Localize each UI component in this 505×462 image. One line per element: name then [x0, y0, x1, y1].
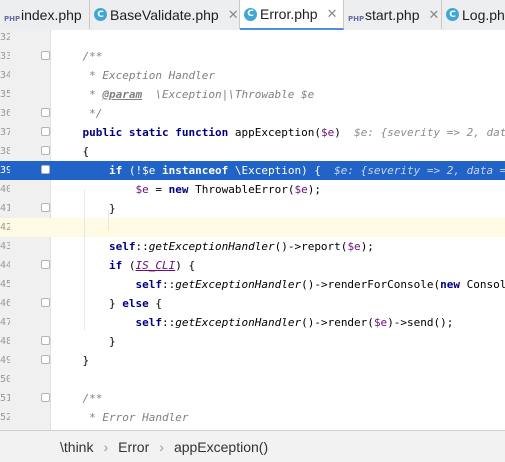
- code-text: self::getExceptionHandler()->renderForCo…: [135, 278, 505, 291]
- line-number: 44: [0, 260, 10, 271]
- fold-marker-icon[interactable]: [41, 108, 50, 117]
- fold-marker-icon[interactable]: [41, 336, 50, 345]
- fold-marker-icon[interactable]: [41, 298, 50, 307]
- line-number: 32: [0, 32, 10, 43]
- tab-index-php[interactable]: PHP index.php: [0, 0, 90, 29]
- tab-error-php[interactable]: C Error.php ✕: [240, 0, 344, 30]
- code-text: if (IS_CLI) {: [108, 259, 196, 272]
- code-line[interactable]: 39 if (!$e instanceof \Exception) { $e: …: [0, 161, 505, 180]
- code-line[interactable]: 33 /**: [0, 47, 505, 66]
- breadcrumb-item-method[interactable]: appException(): [174, 439, 268, 455]
- code-text: /**: [56, 392, 103, 405]
- code-line[interactable]: 42: [0, 218, 505, 237]
- fold-marker-icon[interactable]: [41, 260, 50, 269]
- code-text: self::getExceptionHandler()->render($e)-…: [135, 316, 454, 329]
- tab-label: start.php: [365, 6, 420, 23]
- code-line[interactable]: 38 {: [0, 142, 505, 161]
- line-number: 43: [0, 241, 10, 252]
- tab-label: Error.php: [260, 6, 318, 22]
- indent-guide: [108, 210, 109, 230]
- code-line[interactable]: 46 } else {: [0, 294, 505, 313]
- line-number: 33: [0, 51, 10, 62]
- breadcrumb-separator: ›: [103, 438, 109, 455]
- line-number: 49: [0, 355, 10, 366]
- code-text: }: [56, 202, 116, 215]
- line-number: 42: [0, 222, 10, 233]
- code-line[interactable]: 48 }: [0, 332, 505, 351]
- breadcrumb-item-class[interactable]: Error: [118, 439, 149, 455]
- code-text: * Exception Handler: [56, 69, 215, 82]
- code-line[interactable]: 51 /**: [0, 389, 505, 408]
- close-icon[interactable]: ✕: [327, 6, 338, 22]
- fold-marker-icon[interactable]: [41, 127, 50, 136]
- line-number: 50: [0, 374, 10, 385]
- close-icon[interactable]: ✕: [228, 7, 239, 23]
- line-number: 45: [0, 279, 10, 290]
- tab-label: BaseValidate.php: [110, 6, 219, 23]
- fold-marker-icon[interactable]: [41, 355, 50, 364]
- line-number: 37: [0, 127, 10, 138]
- code-line[interactable]: 45 self::getExceptionHandler()->renderFo…: [0, 275, 505, 294]
- fold-marker-icon[interactable]: [41, 393, 50, 402]
- code-line[interactable]: 34 * Exception Handler: [0, 66, 505, 85]
- code-text: */: [56, 107, 103, 120]
- close-icon[interactable]: ✕: [428, 7, 439, 23]
- fold-marker-icon[interactable]: [41, 165, 50, 174]
- class-file-icon: C: [94, 8, 107, 21]
- code-line[interactable]: 47 self::getExceptionHandler()->render($…: [0, 313, 505, 332]
- line-number: 51: [0, 393, 10, 404]
- code-editor[interactable]: 32 33 /** 34 * Exception Handler 35 * @para…: [0, 30, 505, 430]
- code-text: * Error Handler: [56, 411, 189, 424]
- code-line[interactable]: 52 * Error Handler: [0, 408, 505, 427]
- code-text: }: [56, 354, 90, 367]
- line-number: 38: [0, 146, 10, 157]
- code-line[interactable]: 41 }: [0, 199, 505, 218]
- line-number: 41: [0, 203, 10, 214]
- line-number: 34: [0, 70, 10, 81]
- code-line[interactable]: 32: [0, 30, 505, 47]
- code-line[interactable]: 37 public static function appException($…: [0, 123, 505, 142]
- tab-label: index.php: [21, 6, 82, 23]
- tab-basevalidate-php[interactable]: C BaseValidate.php ✕: [90, 0, 240, 29]
- line-number: 48: [0, 336, 10, 347]
- line-number: 40: [0, 184, 10, 195]
- indent-guide: [84, 190, 85, 330]
- php-file-icon: PHP: [4, 14, 21, 23]
- code-text: /**: [56, 50, 103, 63]
- class-file-icon: C: [446, 8, 459, 21]
- line-number: 36: [0, 108, 10, 119]
- code-line[interactable]: 40 $e = new ThrowableError($e);: [0, 180, 505, 199]
- line-number: 52: [0, 412, 10, 423]
- code-line[interactable]: 35 * @param \Exception|\Throwable $e: [0, 85, 505, 104]
- php-file-icon: PHP: [348, 14, 365, 23]
- fold-marker-icon[interactable]: [41, 51, 50, 60]
- editor-tab-bar: PHP index.php C BaseValidate.php ✕ C Err…: [0, 0, 505, 31]
- code-line[interactable]: 43 self::getExceptionHandler()->report($…: [0, 237, 505, 256]
- code-line[interactable]: 49 }: [0, 351, 505, 370]
- breadcrumb-item-namespace[interactable]: \think: [60, 439, 93, 455]
- line-number: 47: [0, 317, 10, 328]
- fold-marker-icon[interactable]: [41, 203, 50, 212]
- code-text: self::getExceptionHandler()->report($e);: [108, 240, 374, 253]
- line-number: 35: [0, 89, 10, 100]
- line-number: 46: [0, 298, 10, 309]
- tab-start-php[interactable]: PHP start.php ✕: [344, 0, 442, 29]
- code-line[interactable]: 36 */: [0, 104, 505, 123]
- code-text: * @param \Exception|\Throwable $e: [56, 88, 315, 101]
- class-file-icon: C: [244, 7, 257, 21]
- code-text: } else {: [56, 297, 162, 310]
- code-text: if (!$e instanceof \Exception) { $e: {se…: [108, 164, 505, 177]
- breadcrumb: \think › Error › appException(): [0, 430, 505, 462]
- tab-log-php[interactable]: C Log.ph: [442, 0, 505, 29]
- breadcrumb-separator: ›: [159, 438, 164, 455]
- code-line[interactable]: 44 if (IS_CLI) {: [0, 256, 505, 275]
- code-line[interactable]: 50: [0, 370, 505, 389]
- line-number: 39: [0, 165, 10, 176]
- code-text: $e = new ThrowableError($e);: [135, 183, 321, 196]
- code-text: public static function appException($e) …: [82, 126, 505, 139]
- fold-marker-icon[interactable]: [41, 146, 50, 155]
- code-text: {: [56, 145, 90, 158]
- code-text: }: [56, 335, 116, 348]
- tab-label: Log.ph: [462, 6, 505, 23]
